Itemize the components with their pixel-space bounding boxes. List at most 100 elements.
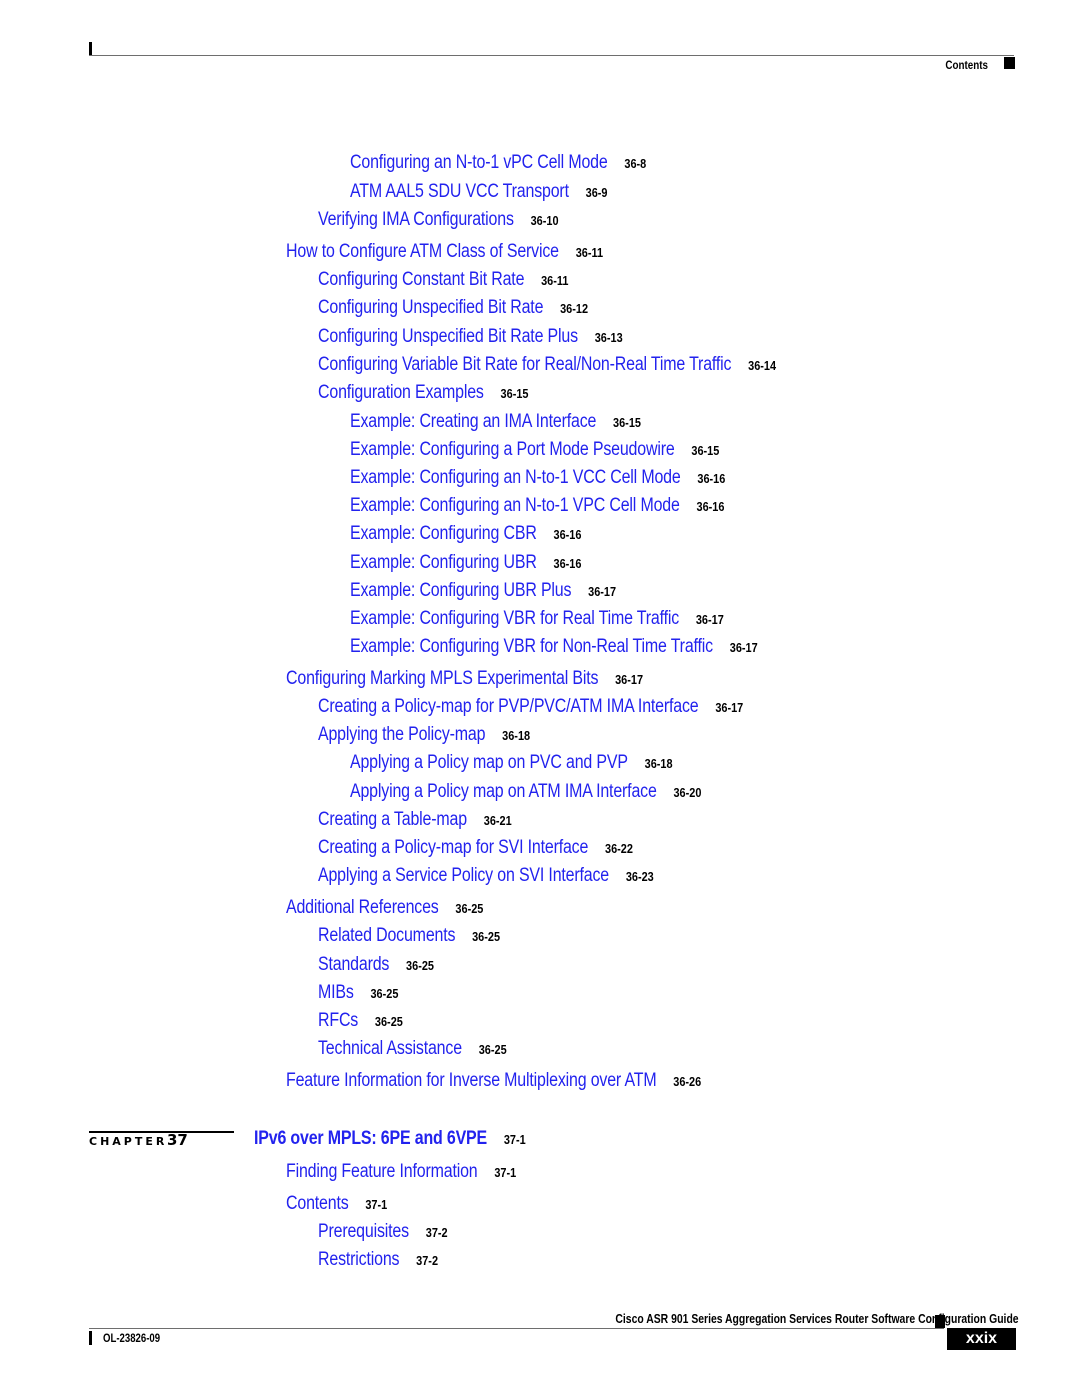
toc-entry-page-number: 36-9: [585, 185, 608, 200]
toc-entry[interactable]: Finding Feature Information 37-1: [286, 1161, 560, 1183]
toc-entry[interactable]: Example: Configuring VBR for Real Time T…: [350, 608, 795, 630]
toc-entry-link[interactable]: Configuring Variable Bit Rate for Real/N…: [318, 354, 732, 376]
toc-entry[interactable]: Configuration Examples 36-15: [318, 382, 569, 404]
toc-entry-link[interactable]: Applying a Policy map on ATM IMA Interfa…: [350, 781, 657, 803]
toc-entry[interactable]: Feature Information for Inverse Multiple…: [286, 1070, 780, 1092]
toc-entry-link[interactable]: Example: Configuring UBR: [350, 552, 537, 574]
toc-entry[interactable]: Additional References 36-25: [286, 897, 521, 919]
toc-entry-link[interactable]: MIBs: [318, 982, 354, 1004]
toc-entry[interactable]: RFCs 36-25: [318, 1010, 419, 1032]
toc-entry[interactable]: Related Documents 36-25: [318, 925, 535, 947]
toc-entry-page-number: 36-10: [530, 213, 559, 228]
toc-entry-link[interactable]: Example: Configuring a Port Mode Pseudow…: [350, 439, 675, 461]
chapter-title-entry[interactable]: IPv6 over MPLS: 6PE and 6VPE 37-1: [254, 1128, 577, 1150]
toc-entry[interactable]: Example: Configuring an N-to-1 VCC Cell …: [350, 467, 797, 489]
toc-entry-link[interactable]: Creating a Policy-map for PVP/PVC/ATM IM…: [318, 696, 699, 718]
toc-entry-link[interactable]: Finding Feature Information: [286, 1161, 478, 1183]
toc-entry-page-number: 36-25: [406, 958, 434, 973]
toc-entry[interactable]: ATM AAL5 SDU VCC Transport 36-9: [350, 181, 657, 203]
toc-entry-link[interactable]: Restrictions: [318, 1249, 400, 1271]
toc-entry[interactable]: Configuring Constant Bit Rate 36-11: [318, 269, 616, 291]
toc-entry-page-number: 37-1: [494, 1165, 517, 1180]
toc-entry-link[interactable]: Creating a Table-map: [318, 809, 467, 831]
toc-entry[interactable]: Example: Configuring an N-to-1 VPC Cell …: [350, 495, 796, 517]
toc-entry[interactable]: Prerequisites 37-2: [318, 1221, 472, 1243]
toc-entry[interactable]: Configuring Unspecified Bit Rate 36-12: [318, 297, 639, 319]
toc-entry-page-number: 36-15: [691, 443, 720, 458]
toc-entry-link[interactable]: Creating a Policy-map for SVI Interface: [318, 837, 588, 859]
toc-entry-page-number: 36-11: [541, 273, 569, 288]
toc-entry-link[interactable]: Example: Creating an IMA Interface: [350, 411, 596, 433]
toc-entry-link[interactable]: Example: Configuring CBR: [350, 523, 537, 545]
toc-entry-link[interactable]: Example: Configuring VBR for Non-Real Ti…: [350, 636, 713, 658]
toc-entry[interactable]: Creating a Table-map 36-21: [318, 809, 549, 831]
toc-entry[interactable]: Applying the Policy-map 36-18: [318, 724, 570, 746]
toc-entry[interactable]: Configuring Marking MPLS Experimental Bi…: [286, 668, 711, 690]
footer-block-marker: [935, 1315, 945, 1328]
toc-entry-link[interactable]: Feature Information for Inverse Multiple…: [286, 1070, 657, 1092]
toc-entry-link[interactable]: Configuring Marking MPLS Experimental Bi…: [286, 668, 598, 690]
toc-entry-page-number: 36-25: [370, 986, 399, 1001]
toc-entry-link[interactable]: Example: Configuring an N-to-1 VCC Cell …: [350, 467, 681, 489]
toc-entry-page-number: 36-17: [615, 672, 644, 687]
toc-entry[interactable]: Configuring an N-to-1 vPC Cell Mode 36-8: [350, 152, 703, 174]
chapter-title-link[interactable]: IPv6 over MPLS: 6PE and 6VPE: [254, 1128, 487, 1150]
toc-entry[interactable]: How to Configure ATM Class of Service 36-…: [286, 241, 663, 263]
toc-entry-link[interactable]: Applying a Service Policy on SVI Interfa…: [318, 865, 609, 887]
toc-entry[interactable]: Example: Configuring UBR Plus 36-17: [350, 580, 667, 602]
toc-entry-page-number: 36-22: [605, 841, 633, 856]
toc-entry-link[interactable]: Configuring Constant Bit Rate: [318, 269, 524, 291]
toc-entry-link[interactable]: Configuring an N-to-1 vPC Cell Mode: [350, 152, 608, 174]
toc-entry[interactable]: Contents 37-1: [286, 1193, 406, 1215]
toc-entry-link[interactable]: Verifying IMA Configurations: [318, 209, 514, 231]
toc-entry-link[interactable]: Example: Configuring an N-to-1 VPC Cell …: [350, 495, 680, 517]
toc-entry-link[interactable]: ATM AAL5 SDU VCC Transport: [350, 181, 569, 203]
toc-entry-link[interactable]: RFCs: [318, 1010, 358, 1032]
toc-entry-page-number: 36-16: [553, 556, 582, 571]
toc-entry-page-number: 37-2: [425, 1225, 448, 1240]
toc-entry-link[interactable]: Applying a Policy map on PVC and PVP: [350, 752, 628, 774]
toc-entry[interactable]: Verifying IMA Configurations 36-10: [318, 209, 604, 231]
toc-entry[interactable]: Technical Assistance 36-25: [318, 1038, 543, 1060]
toc-entry-page-number: 36-17: [729, 640, 758, 655]
toc-entry[interactable]: Creating a Policy-map for PVP/PVC/ATM IM…: [318, 696, 824, 718]
toc-entry[interactable]: Configuring Variable Bit Rate for Real/N…: [318, 354, 863, 376]
toc-entry-link[interactable]: Standards: [318, 954, 389, 976]
toc-entry[interactable]: Example: Configuring a Port Mode Pseudow…: [350, 439, 790, 461]
toc-entry-page-number: 36-21: [483, 813, 512, 828]
toc-entry[interactable]: Example: Creating an IMA Interface 36-15: [350, 411, 696, 433]
toc-entry[interactable]: Standards 36-25: [318, 954, 456, 976]
toc-entry[interactable]: Example: Configuring VBR for Non-Real Ti…: [350, 636, 835, 658]
toc-entry-link[interactable]: Example: Configuring UBR Plus: [350, 580, 571, 602]
toc-entry-link[interactable]: Configuring Unspecified Bit Rate Plus: [318, 326, 578, 348]
toc-entry-link[interactable]: Configuration Examples: [318, 382, 484, 404]
toc-entry[interactable]: Restrictions 37-2: [318, 1249, 461, 1271]
toc-entry-link[interactable]: Prerequisites: [318, 1221, 409, 1243]
toc-entry-link[interactable]: How to Configure ATM Class of Service: [286, 241, 559, 263]
toc-entry-link[interactable]: Configuring Unspecified Bit Rate: [318, 297, 543, 319]
toc-entry[interactable]: Applying a Policy map on PVC and PVP 36-1…: [350, 752, 734, 774]
toc-entry-link[interactable]: Applying the Policy-map: [318, 724, 486, 746]
toc-entry-page-number: 36-20: [673, 785, 702, 800]
toc-entry-page-number: 36-25: [455, 901, 484, 916]
header-block-marker: [1004, 57, 1015, 69]
toc-entry-link[interactable]: Technical Assistance: [318, 1038, 462, 1060]
toc-entry-link[interactable]: Contents: [286, 1193, 349, 1215]
toc-entry[interactable]: Example: Configuring UBR 36-16: [350, 552, 626, 574]
toc-entry-page-number: 36-16: [696, 499, 725, 514]
toc-entry-page-number: 36-17: [588, 584, 617, 599]
toc-entry[interactable]: Applying a Service Policy on SVI Interfa…: [318, 865, 718, 887]
toc-entry[interactable]: MIBs 36-25: [318, 982, 414, 1004]
toc-entry-link[interactable]: Example: Configuring VBR for Real Time T…: [350, 608, 679, 630]
toc-entry[interactable]: Creating a Policy-map for SVI Interface 3…: [318, 837, 693, 859]
toc-entry[interactable]: Applying a Policy map on ATM IMA Interfa…: [350, 781, 768, 803]
toc-entry-page-number: 37-2: [416, 1253, 439, 1268]
toc-entry[interactable]: Example: Configuring CBR 36-16: [350, 523, 626, 545]
chapter-page-number: 37-1: [503, 1132, 526, 1147]
header-section-label: Contents: [945, 58, 988, 72]
toc-entry[interactable]: Configuring Unspecified Bit Rate Plus 36-…: [318, 326, 681, 348]
footer-tick-mark: [89, 1331, 92, 1345]
toc-entry-link[interactable]: Related Documents: [318, 925, 455, 947]
toc-entry-link[interactable]: Additional References: [286, 897, 439, 919]
toc-entry-page-number: 36-18: [644, 756, 673, 771]
